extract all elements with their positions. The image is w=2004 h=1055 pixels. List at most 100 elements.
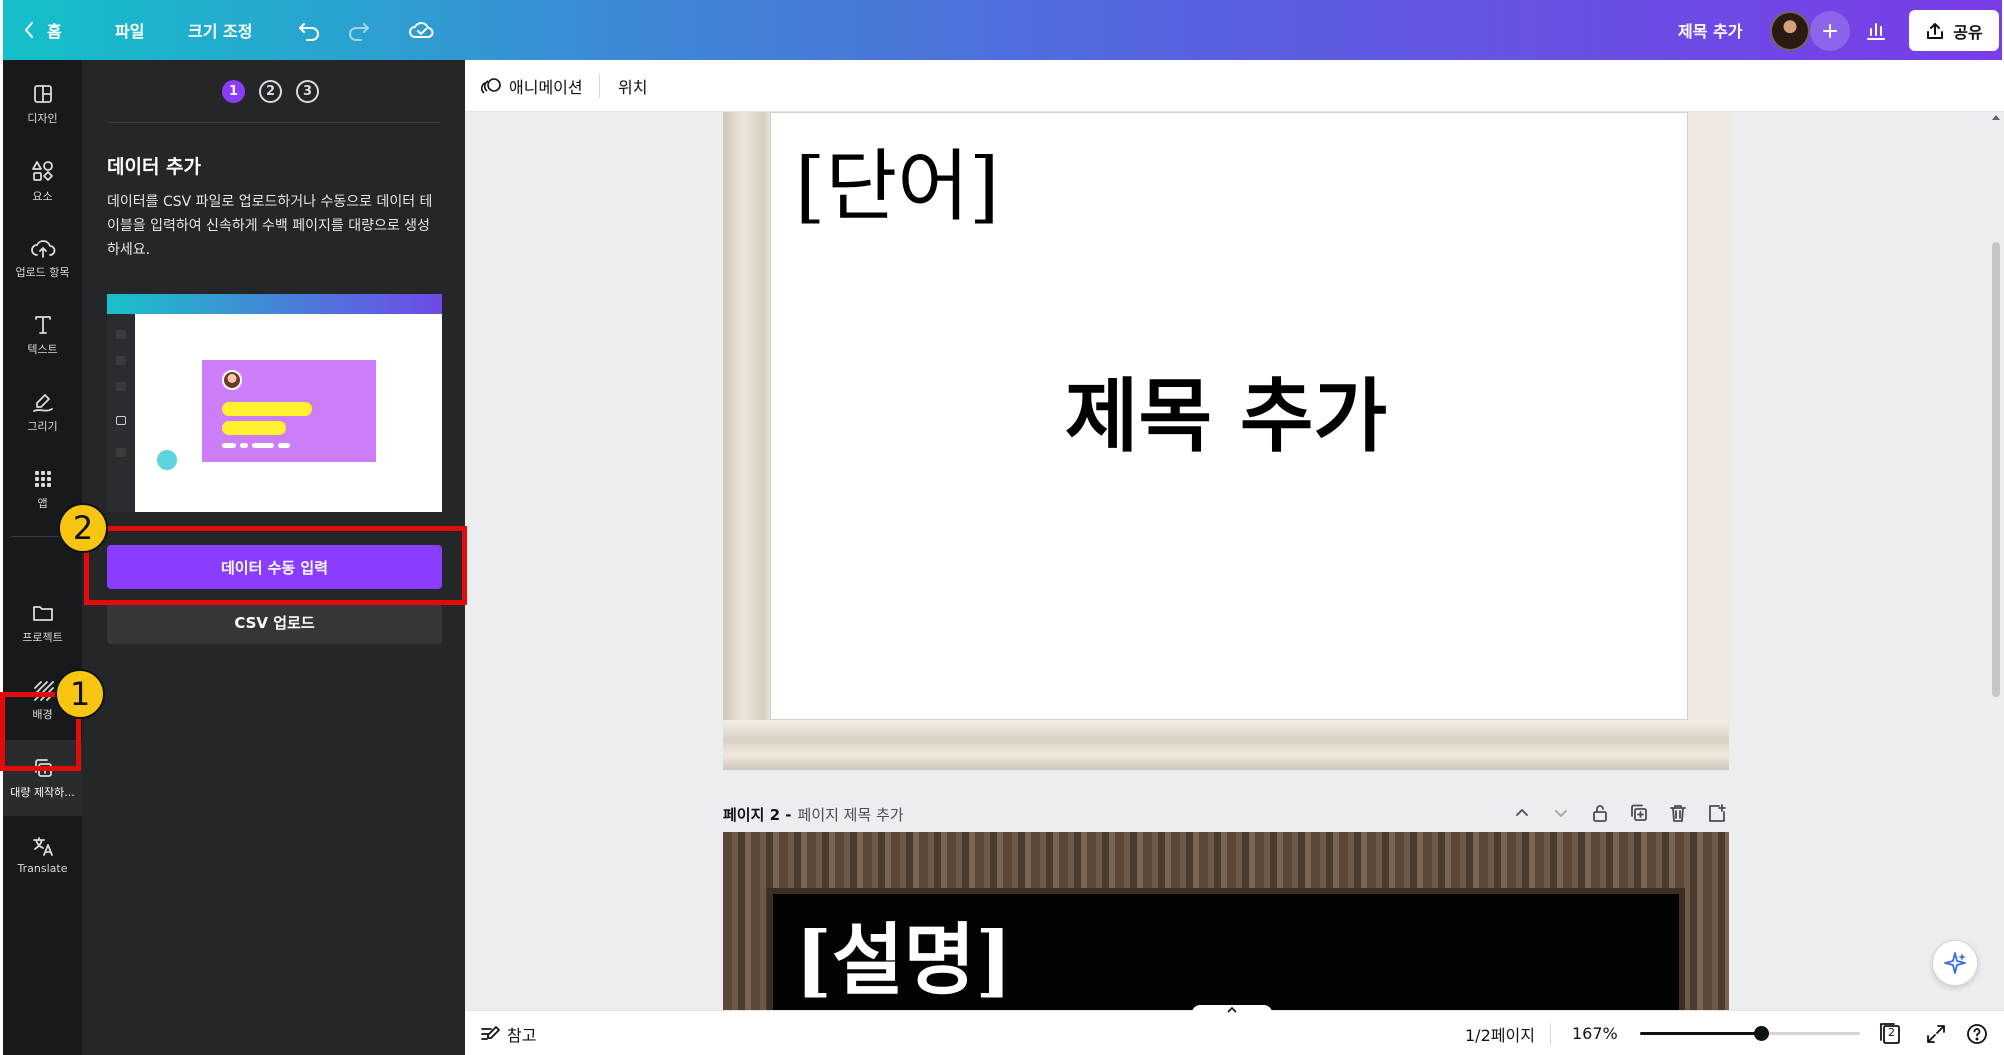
file-menu-label: 파일 — [115, 22, 145, 41]
csv-upload-button[interactable]: CSV 업로드 — [107, 600, 442, 644]
panel-description: 데이터를 CSV 파일로 업로드하거나 수동으로 데이터 테이블을 입력하여 신… — [107, 194, 433, 258]
chevron-up-icon[interactable] — [1510, 802, 1534, 824]
rail-item-design[interactable]: 디자인 — [3, 66, 82, 142]
position-label: 위치 — [618, 78, 648, 97]
rail-item-draw[interactable]: 그리기 — [3, 374, 82, 450]
page-grid-button[interactable]: 2 — [1877, 1011, 1903, 1055]
description-placeholder-text[interactable]: [설명] — [795, 898, 1012, 1010]
preview-cyan-dot — [157, 450, 177, 470]
redo-button[interactable] — [347, 0, 371, 60]
resize-label: 크기 조정 — [188, 22, 253, 41]
rail-item-projects[interactable]: 프로젝트 — [3, 585, 82, 661]
rail-label: 디자인 — [27, 111, 58, 125]
insights-button[interactable] — [1865, 0, 1887, 60]
page-indicator[interactable]: 1/2페이지 — [1465, 1011, 1535, 1055]
upload-share-icon — [1927, 22, 1944, 39]
rail-label: Translate — [17, 862, 68, 875]
add-page-icon[interactable] — [1705, 802, 1729, 824]
zoom-slider-fill — [1640, 1032, 1761, 1035]
cloud-save-status[interactable] — [408, 0, 436, 60]
step-1[interactable]: 1 — [222, 80, 245, 103]
doc-title-text: 제목 추가 — [1678, 22, 1743, 41]
show-pages-handle[interactable] — [1192, 1005, 1272, 1019]
home-label: 홈 — [47, 22, 62, 41]
undo-button[interactable] — [297, 0, 321, 60]
bottom-bar: 참고 1/2페이지 167% 2 — [465, 1005, 2004, 1055]
zoom-slider[interactable] — [1640, 1026, 1860, 1041]
word-placeholder-text[interactable]: [단어] — [795, 124, 999, 236]
zoom-level[interactable]: 167% — [1572, 1011, 1618, 1055]
expand-icon — [1927, 1024, 1945, 1043]
resize-button[interactable]: 크기 조정 — [188, 0, 252, 60]
rail-label: 그리기 — [27, 419, 58, 433]
step-3[interactable]: 3 — [296, 80, 319, 103]
rail-item-elements[interactable]: 요소 — [3, 143, 82, 219]
notes-label: 참고 — [507, 1025, 537, 1045]
help-icon — [1967, 1023, 1987, 1044]
file-menu-button[interactable]: 파일 — [115, 0, 144, 60]
notes-icon — [481, 1025, 500, 1040]
lock-icon[interactable] — [1588, 802, 1612, 824]
rail-label: 배경 — [32, 707, 53, 721]
rail-label: 대량 제작하... — [10, 785, 75, 799]
background-icon — [33, 680, 54, 701]
manual-data-entry-button[interactable]: 데이터 수동 입력 — [107, 545, 442, 589]
chevron-left-icon — [25, 22, 33, 38]
page-title-input[interactable]: 페이지 제목 추가 — [798, 804, 904, 825]
bottom-divider — [1550, 1023, 1551, 1045]
bulk-create-panel: 1 2 3 데이터 추가 데이터를 CSV 파일로 업로드하거나 수동으로 데이… — [82, 60, 465, 1055]
magic-assistant-button[interactable] — [1932, 940, 1978, 986]
animate-icon — [481, 78, 501, 94]
step-2[interactable]: 2 — [259, 80, 282, 103]
share-button[interactable]: 공유 — [1909, 10, 1999, 51]
bulk-create-icon — [34, 758, 52, 777]
home-button[interactable]: 홈 — [23, 0, 62, 60]
cloud-check-icon — [409, 22, 434, 38]
duplicate-icon[interactable] — [1627, 802, 1651, 824]
rail-label: 앱 — [37, 496, 48, 510]
page-2-label: 페이지 2 - — [723, 805, 792, 824]
context-toolbar: 애니메이션 위치 — [465, 60, 2004, 112]
page-2-header: 페이지 2 - 페이지 제목 추가 — [723, 798, 1729, 830]
trash-icon[interactable] — [1666, 802, 1690, 824]
chevron-down-icon[interactable] — [1549, 802, 1573, 824]
avatar[interactable] — [1770, 11, 1810, 51]
rail-item-translate[interactable]: Translate — [3, 817, 82, 893]
page-actions — [1510, 802, 1729, 824]
scroll-thumb[interactable] — [1992, 242, 2000, 697]
fullscreen-button[interactable] — [1925, 1011, 1947, 1055]
share-label: 공유 — [1953, 22, 1983, 42]
step-badge-1: 1 — [55, 669, 105, 719]
chevron-up-icon — [1227, 1006, 1237, 1013]
panel-divider — [107, 122, 440, 123]
rail-item-uploads[interactable]: 업로드 항목 — [3, 220, 82, 296]
rail-item-bulk-create[interactable]: 대량 제작하... — [3, 740, 82, 816]
plus-icon — [1823, 24, 1837, 38]
doc-title[interactable]: 제목 추가 — [1678, 0, 1742, 60]
page-indicator-text: 1/2페이지 — [1465, 1025, 1535, 1045]
vertical-scrollbar[interactable] — [1988, 112, 2004, 1047]
app-window: 홈 파일 크기 조정 제목 추가 공유 디자인 요소 업로드 항목 텍스트 그리… — [0, 0, 2004, 1055]
position-button[interactable]: 위치 — [618, 60, 647, 112]
title-text[interactable]: 제목 추가 — [723, 352, 1729, 468]
zoom-slider-knob[interactable] — [1754, 1026, 1769, 1041]
redo-icon — [349, 23, 369, 41]
notes-button[interactable]: 참고 — [479, 1011, 536, 1055]
scroll-up-icon[interactable] — [1988, 112, 2004, 124]
cloud-upload-icon — [30, 239, 55, 258]
left-rail: 디자인 요소 업로드 항목 텍스트 그리기 앱 프로젝트 배경 대량 제작하..… — [3, 60, 82, 1055]
step-indicator: 1 2 3 — [222, 80, 319, 103]
preview-line — [222, 421, 286, 435]
step-badge-2: 2 — [58, 503, 108, 553]
toolbar-divider — [599, 74, 600, 98]
rail-label: 업로드 항목 — [15, 265, 70, 279]
pages-count: 2 — [1888, 1026, 1895, 1039]
page-1-canvas[interactable]: [단어] 제목 추가 — [723, 112, 1729, 770]
animate-button[interactable]: 애니메이션 — [481, 60, 583, 112]
help-button[interactable] — [1965, 1011, 1989, 1055]
invite-button[interactable] — [1810, 11, 1850, 51]
rail-item-text[interactable]: 텍스트 — [3, 297, 82, 373]
frame-bottom-molding — [723, 720, 1729, 770]
rail-label: 요소 — [32, 189, 53, 203]
rail-label: 텍스트 — [27, 342, 58, 356]
